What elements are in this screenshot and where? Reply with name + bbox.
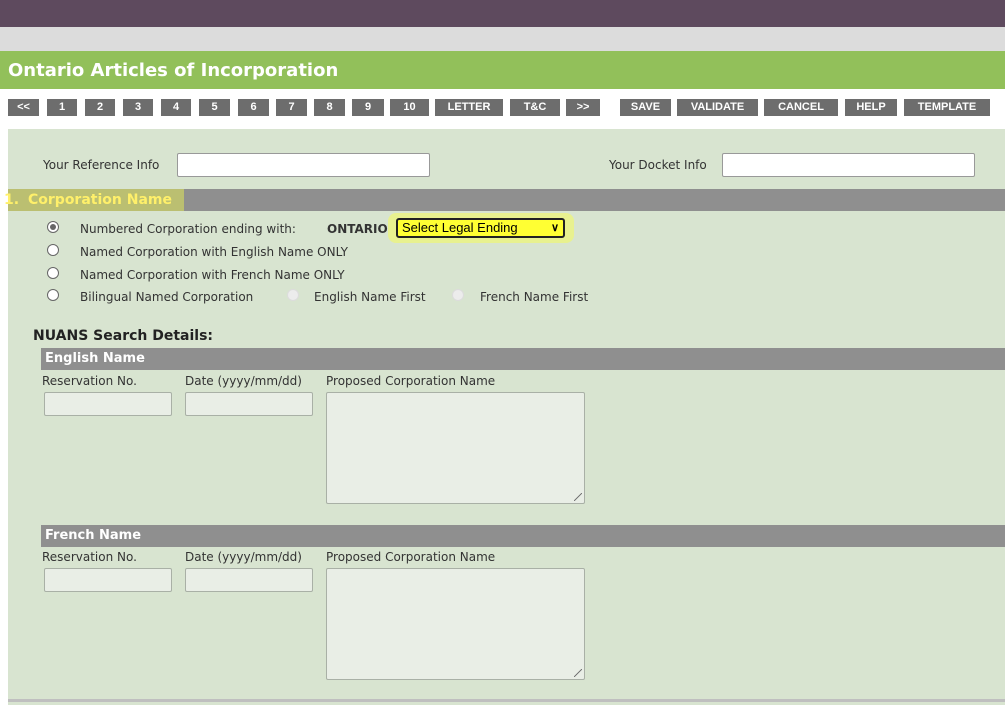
nav-last-button[interactable]: >>	[566, 99, 600, 116]
french-first-label: French Name First	[480, 290, 589, 304]
french-name-heading: French Name	[45, 528, 142, 543]
your-reference-label: Your Reference Info	[43, 158, 160, 172]
nav-page-7-button[interactable]: 7	[276, 99, 307, 116]
french-name-header: French Name	[41, 525, 1005, 547]
radio-english-only[interactable]	[47, 244, 59, 256]
section-number: 1.	[4, 192, 20, 208]
ontario-suffix-label: ONTARIO	[327, 222, 388, 236]
chevron-down-icon: ∨	[550, 222, 559, 234]
french-reservation-input[interactable]	[44, 568, 172, 592]
english-date-input[interactable]	[185, 392, 313, 416]
nav-first-button[interactable]: <<	[8, 99, 39, 116]
english-name-header: English Name	[41, 348, 1005, 370]
nav-terms-button[interactable]: T&C	[510, 99, 560, 116]
radio-english-first[interactable]	[287, 289, 299, 301]
radio-numbered-corporation[interactable]	[47, 221, 59, 233]
form-navigation: << 1 2 3 4 5 6 7 8 9 10 LETTER T&C >> SA…	[0, 89, 1005, 129]
app-top-bar	[0, 0, 1005, 27]
french-proposed-label: Proposed Corporation Name	[326, 550, 496, 564]
nav-page-1-button[interactable]: 1	[47, 99, 77, 116]
section-title: Corporation Name	[28, 192, 172, 208]
page-title: Ontario Articles of Incorporation	[8, 60, 339, 81]
template-button[interactable]: TEMPLATE	[904, 99, 990, 116]
nav-letter-button[interactable]: LETTER	[435, 99, 503, 116]
your-docket-label: Your Docket Info	[609, 158, 707, 172]
french-only-label: Named Corporation with French Name ONLY	[80, 268, 345, 282]
nav-page-2-button[interactable]: 2	[85, 99, 115, 116]
english-reservation-input[interactable]	[44, 392, 172, 416]
nav-page-9-button[interactable]: 9	[352, 99, 384, 116]
legal-ending-select[interactable]: Select Legal Ending ∨	[396, 218, 565, 238]
your-docket-input[interactable]	[722, 153, 975, 177]
save-button[interactable]: SAVE	[620, 99, 671, 116]
english-name-heading: English Name	[45, 351, 145, 366]
nav-page-8-button[interactable]: 8	[314, 99, 345, 116]
your-reference-input[interactable]	[177, 153, 430, 177]
validate-button[interactable]: VALIDATE	[677, 99, 758, 116]
nav-page-3-button[interactable]: 3	[123, 99, 153, 116]
cancel-button[interactable]: CANCEL	[764, 99, 838, 116]
english-reservation-label: Reservation No.	[42, 374, 137, 388]
french-date-label: Date (yyyy/mm/dd)	[185, 550, 302, 564]
nav-page-6-button[interactable]: 6	[238, 99, 269, 116]
bilingual-label: Bilingual Named Corporation	[80, 290, 254, 304]
french-date-input[interactable]	[185, 568, 313, 592]
french-proposed-name-textarea[interactable]	[326, 568, 585, 680]
legal-ending-select-value: Select Legal Ending	[402, 220, 518, 235]
radio-french-first[interactable]	[452, 289, 464, 301]
help-button[interactable]: HELP	[845, 99, 897, 116]
app-sub-bar	[0, 27, 1005, 51]
numbered-corporation-label: Numbered Corporation ending with:	[80, 222, 296, 236]
form-body: Your Reference Info Your Docket Info 1. …	[4, 129, 1005, 705]
french-reservation-label: Reservation No.	[42, 550, 137, 564]
form-bottom-divider	[8, 699, 1005, 702]
english-first-label: English Name First	[314, 290, 426, 304]
nuans-heading: NUANS Search Details:	[33, 328, 214, 344]
nav-page-10-button[interactable]: 10	[390, 99, 429, 116]
form-title-bar: Ontario Articles of Incorporation	[0, 51, 1005, 89]
english-only-label: Named Corporation with English Name ONLY	[80, 245, 349, 259]
nav-page-5-button[interactable]: 5	[199, 99, 230, 116]
radio-french-only[interactable]	[47, 267, 59, 279]
english-proposed-label: Proposed Corporation Name	[326, 374, 496, 388]
radio-bilingual[interactable]	[47, 289, 59, 301]
english-date-label: Date (yyyy/mm/dd)	[185, 374, 302, 388]
section-1-header: 1. Corporation Name	[4, 189, 1005, 211]
nav-page-4-button[interactable]: 4	[161, 99, 191, 116]
english-proposed-name-textarea[interactable]	[326, 392, 585, 504]
